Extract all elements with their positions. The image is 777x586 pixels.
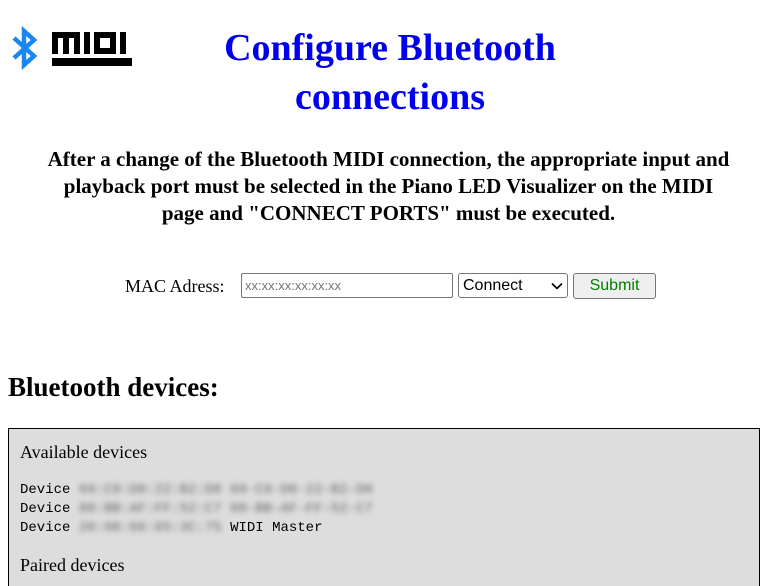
submit-button[interactable]: Submit <box>573 273 656 299</box>
device-name: 69-C9-D0-22-B2-D0 <box>230 482 373 498</box>
title-line-2: connections <box>295 76 485 118</box>
page: Configure Bluetooth connections After a … <box>0 0 777 586</box>
notice-line-1: After a change of the Bluetooth MIDI con… <box>47 147 730 171</box>
devices-heading: Bluetooth devices: <box>8 372 219 402</box>
chevron-down-icon <box>551 282 563 290</box>
midi-logo <box>52 32 132 66</box>
mac-label: MAC Adress: <box>125 276 225 296</box>
device-prefix: Device <box>20 482 71 498</box>
mac-address-input[interactable] <box>241 273 453 298</box>
device-address: 20:98:66:65:3C:75 <box>78 520 222 536</box>
action-selected-value: Connect <box>463 276 523 294</box>
device-prefix: Device <box>20 520 71 536</box>
device-name: WIDI Master <box>230 520 323 536</box>
available-devices-label: Available devices <box>20 442 148 462</box>
action-select[interactable]: Connect <box>458 273 568 298</box>
device-name: 88-BB-AF-FF-52-C7 <box>230 501 373 517</box>
device-row: Device 69:C9:D0:22:B2:D0 69-C9-D0-22-B2-… <box>20 481 373 499</box>
title-line-1: Configure Bluetooth <box>224 27 556 69</box>
device-row: Device 20:98:66:65:3C:75 WIDI Master <box>20 519 322 537</box>
mac-form: MAC Adress: Connect Submit <box>0 272 777 300</box>
connection-notice: After a change of the Bluetooth MIDI con… <box>0 146 777 227</box>
device-address: 69:C9:D0:22:B2:D0 <box>78 482 222 498</box>
device-prefix: Device <box>20 501 71 517</box>
notice-line-3: page and "CONNECT PORTS" must be execute… <box>161 201 616 225</box>
devices-panel: Available devices Device 69:C9:D0:22:B2:… <box>8 428 760 586</box>
bluetooth-icon <box>12 26 38 70</box>
notice-line-2: playback port must be selected in the Pi… <box>63 174 714 198</box>
device-address: 88:BB:AF:FF:52:C7 <box>78 501 222 517</box>
page-title: Configure Bluetooth connections <box>160 24 620 122</box>
device-row: Device 88:BB:AF:FF:52:C7 88-BB-AF-FF-52-… <box>20 500 373 518</box>
paired-devices-label: Paired devices <box>20 555 125 575</box>
